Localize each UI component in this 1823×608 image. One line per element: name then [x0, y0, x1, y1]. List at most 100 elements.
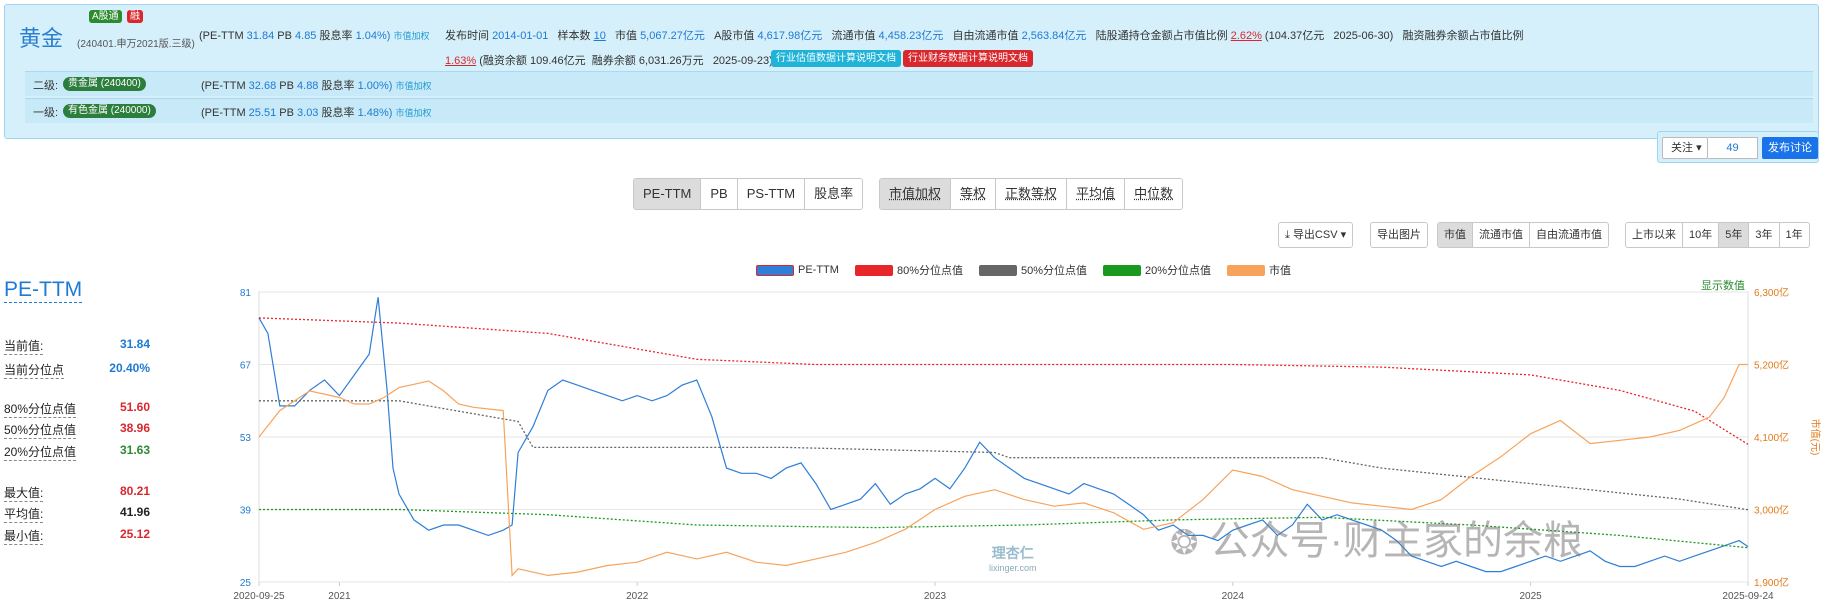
- y-left-tick-label: 39: [240, 506, 252, 517]
- tab-dividend-yield[interactable]: 股息率: [805, 179, 862, 209]
- x-tick-label: 2024: [1222, 591, 1245, 602]
- tab-5y[interactable]: 5年: [1719, 223, 1750, 247]
- post-discussion-button[interactable]: 发布讨论: [1762, 137, 1818, 159]
- y-right-tick-label: 1,900亿: [1754, 576, 1789, 589]
- stat-row: 当前值: 31.84: [4, 337, 150, 355]
- level1-pb-label: PB: [279, 107, 294, 119]
- watermark-label: 公众号·财主家的余粮: [1209, 519, 1583, 563]
- dividend-label: 股息率: [319, 30, 353, 42]
- tab-pb[interactable]: PB: [701, 179, 738, 209]
- follow-label: 关注: [1671, 142, 1693, 154]
- tab-pe-ttm[interactable]: PE-TTM: [634, 179, 702, 209]
- sample-count-link[interactable]: 10: [594, 30, 606, 42]
- legend-item-p50[interactable]: 50%分位点值: [978, 262, 1088, 278]
- stat-row: 20%分位点值 31.63: [4, 443, 150, 461]
- sample-label: 样本数: [557, 30, 591, 42]
- amcap-value: 4,617.98亿元: [757, 30, 823, 42]
- stat-label: 最大值:: [4, 486, 44, 502]
- stat-row: 最大值: 80.21: [4, 484, 150, 502]
- hk-amount: (104.37亿元: [1264, 30, 1325, 42]
- meta-line-1: 发布时间 2014-01-01 样本数 10 市值 5,067.27亿元 A股市…: [445, 27, 1524, 43]
- legend-label: 市值: [1269, 265, 1292, 277]
- export-csv-button[interactable]: ⤓ 导出CSV ▾: [1278, 222, 1354, 248]
- stat-value: 80.21: [119, 484, 150, 498]
- level1-industry-pill[interactable]: 有色金属 (240000): [63, 104, 156, 118]
- stat-value: 38.96: [119, 421, 150, 435]
- stat-label: 80%分位点值: [4, 402, 77, 418]
- tab-median[interactable]: 中位数: [1125, 179, 1182, 209]
- ffloat-label: 自由流通市值: [952, 30, 1019, 42]
- level2-industry-pill[interactable]: 贵金属 (240400): [63, 77, 146, 91]
- pe-value: 31.84: [246, 30, 275, 42]
- tab-positive-equal-weight[interactable]: 正数等权: [996, 179, 1068, 209]
- legend-swatch: [854, 264, 893, 276]
- margin-pct[interactable]: 1.63%: [445, 55, 476, 67]
- tab-3y[interactable]: 3年: [1749, 223, 1780, 247]
- stats-title: PE-TTM: [4, 278, 83, 303]
- securities-balance: 融券余额 6,031.26万元: [591, 55, 704, 67]
- level2-valuation: (PE-TTM 32.68 PB 4.88 股息率 1.00%) 市值加权: [201, 77, 432, 93]
- level1-weight-link[interactable]: 市值加权: [395, 108, 431, 118]
- tab-float-cap[interactable]: 流通市值: [1473, 223, 1530, 247]
- tab-mcap-weighted[interactable]: 市值加权: [880, 179, 952, 209]
- header-main-row: 黄金 A股通 融 (240401.申万2021版.三级) (PE-TTM 31.…: [5, 5, 1818, 69]
- x-tick-label: 2025: [1519, 591, 1542, 602]
- x-tick-label: 2025-09-24: [1722, 591, 1774, 602]
- legend-label: PE-TTM: [798, 264, 839, 276]
- stat-row: 80%分位点值 51.60: [4, 400, 150, 418]
- watermark-text: ❂ 公众号·财主家的余粮: [1170, 508, 1583, 566]
- legend-item-pe[interactable]: PE-TTM: [756, 264, 839, 276]
- tab-free-float-cap[interactable]: 自由流通市值: [1530, 223, 1608, 247]
- legend-swatch: [756, 264, 794, 276]
- series-line: [258, 317, 1749, 445]
- legend-item-mcap[interactable]: 市值: [1227, 262, 1291, 278]
- stat-value: 25.12: [119, 527, 150, 541]
- stat-label: 20%分位点值: [4, 445, 77, 461]
- caret-down-icon: ▾: [1340, 229, 1347, 241]
- weight-tabs: 市值加权 等权 正数等权 平均值 中位数: [879, 178, 1184, 210]
- watermark-small: 理杏仁: [991, 545, 1034, 561]
- tab-market-cap[interactable]: 市值: [1438, 223, 1473, 247]
- financial-doc-button[interactable]: 行业财务数据计算说明文档: [903, 50, 1033, 67]
- valuation-doc-button[interactable]: 行业估值数据计算说明文档: [771, 50, 901, 67]
- pe-label: (PE-TTM: [199, 30, 244, 42]
- industry-name: 黄金: [19, 26, 64, 51]
- y-right-tick-label: 3,000亿: [1754, 504, 1789, 517]
- show-values-link[interactable]: 显示数值: [1701, 277, 1745, 293]
- stat-row: 平均值: 41.96: [4, 505, 150, 523]
- tab-1y[interactable]: 1年: [1780, 223, 1809, 247]
- stat-label: 50%分位点值: [4, 423, 77, 439]
- metric-tabs: PE-TTM PB PS-TTM 股息率: [633, 178, 864, 210]
- stat-row: 50%分位点值 38.96: [4, 421, 150, 439]
- legend-label: 50%分位点值: [1020, 265, 1088, 277]
- tab-10y[interactable]: 10年: [1683, 223, 1720, 247]
- stat-row: 最小值: 25.12: [4, 527, 150, 545]
- hk-pct[interactable]: 2.62%: [1231, 30, 1262, 42]
- weight-method-link[interactable]: 市值加权: [393, 31, 429, 41]
- follow-button[interactable]: 关注 ▾: [1662, 137, 1708, 159]
- cap-tabs: 市值 流通市值 自由流通市值: [1437, 222, 1609, 248]
- margin-date: 2025-09-23): [712, 55, 773, 67]
- y-right-tick-label: 6,300亿: [1754, 286, 1789, 299]
- stat-label: 平均值:: [4, 507, 44, 523]
- export-image-button[interactable]: 导出图片: [1370, 222, 1428, 248]
- tab-average[interactable]: 平均值: [1067, 179, 1126, 209]
- margin-badge: 融: [127, 10, 143, 23]
- stat-label: 当前值:: [4, 339, 44, 355]
- level2-weight-link[interactable]: 市值加权: [395, 81, 431, 91]
- y-right-axis-label: 市值(元): [1809, 419, 1822, 456]
- tab-ps-ttm[interactable]: PS-TTM: [738, 179, 806, 209]
- y-left-tick-label: 81: [240, 288, 252, 299]
- range-tabs: 上市以来 10年 5年 3年 1年: [1625, 222, 1810, 248]
- legend-item-p80[interactable]: 80%分位点值: [854, 262, 963, 278]
- stat-value: 51.60: [119, 400, 150, 414]
- wechat-icon: ❂: [1170, 524, 1199, 562]
- x-tick-label: 2022: [626, 591, 649, 602]
- meta-line-2: 1.63% (融资余额 109.46亿元 融券余额 6,031.26万元 202…: [445, 52, 773, 68]
- legend-item-p20[interactable]: 20%分位点值: [1103, 262, 1211, 278]
- hk-date: 2025-06-30): [1333, 30, 1394, 42]
- pub-label: 发布时间: [445, 30, 489, 42]
- dividend-value: 1.04%): [355, 30, 391, 42]
- tab-since-listing[interactable]: 上市以来: [1626, 223, 1683, 247]
- tab-equal-weight[interactable]: 等权: [951, 179, 997, 209]
